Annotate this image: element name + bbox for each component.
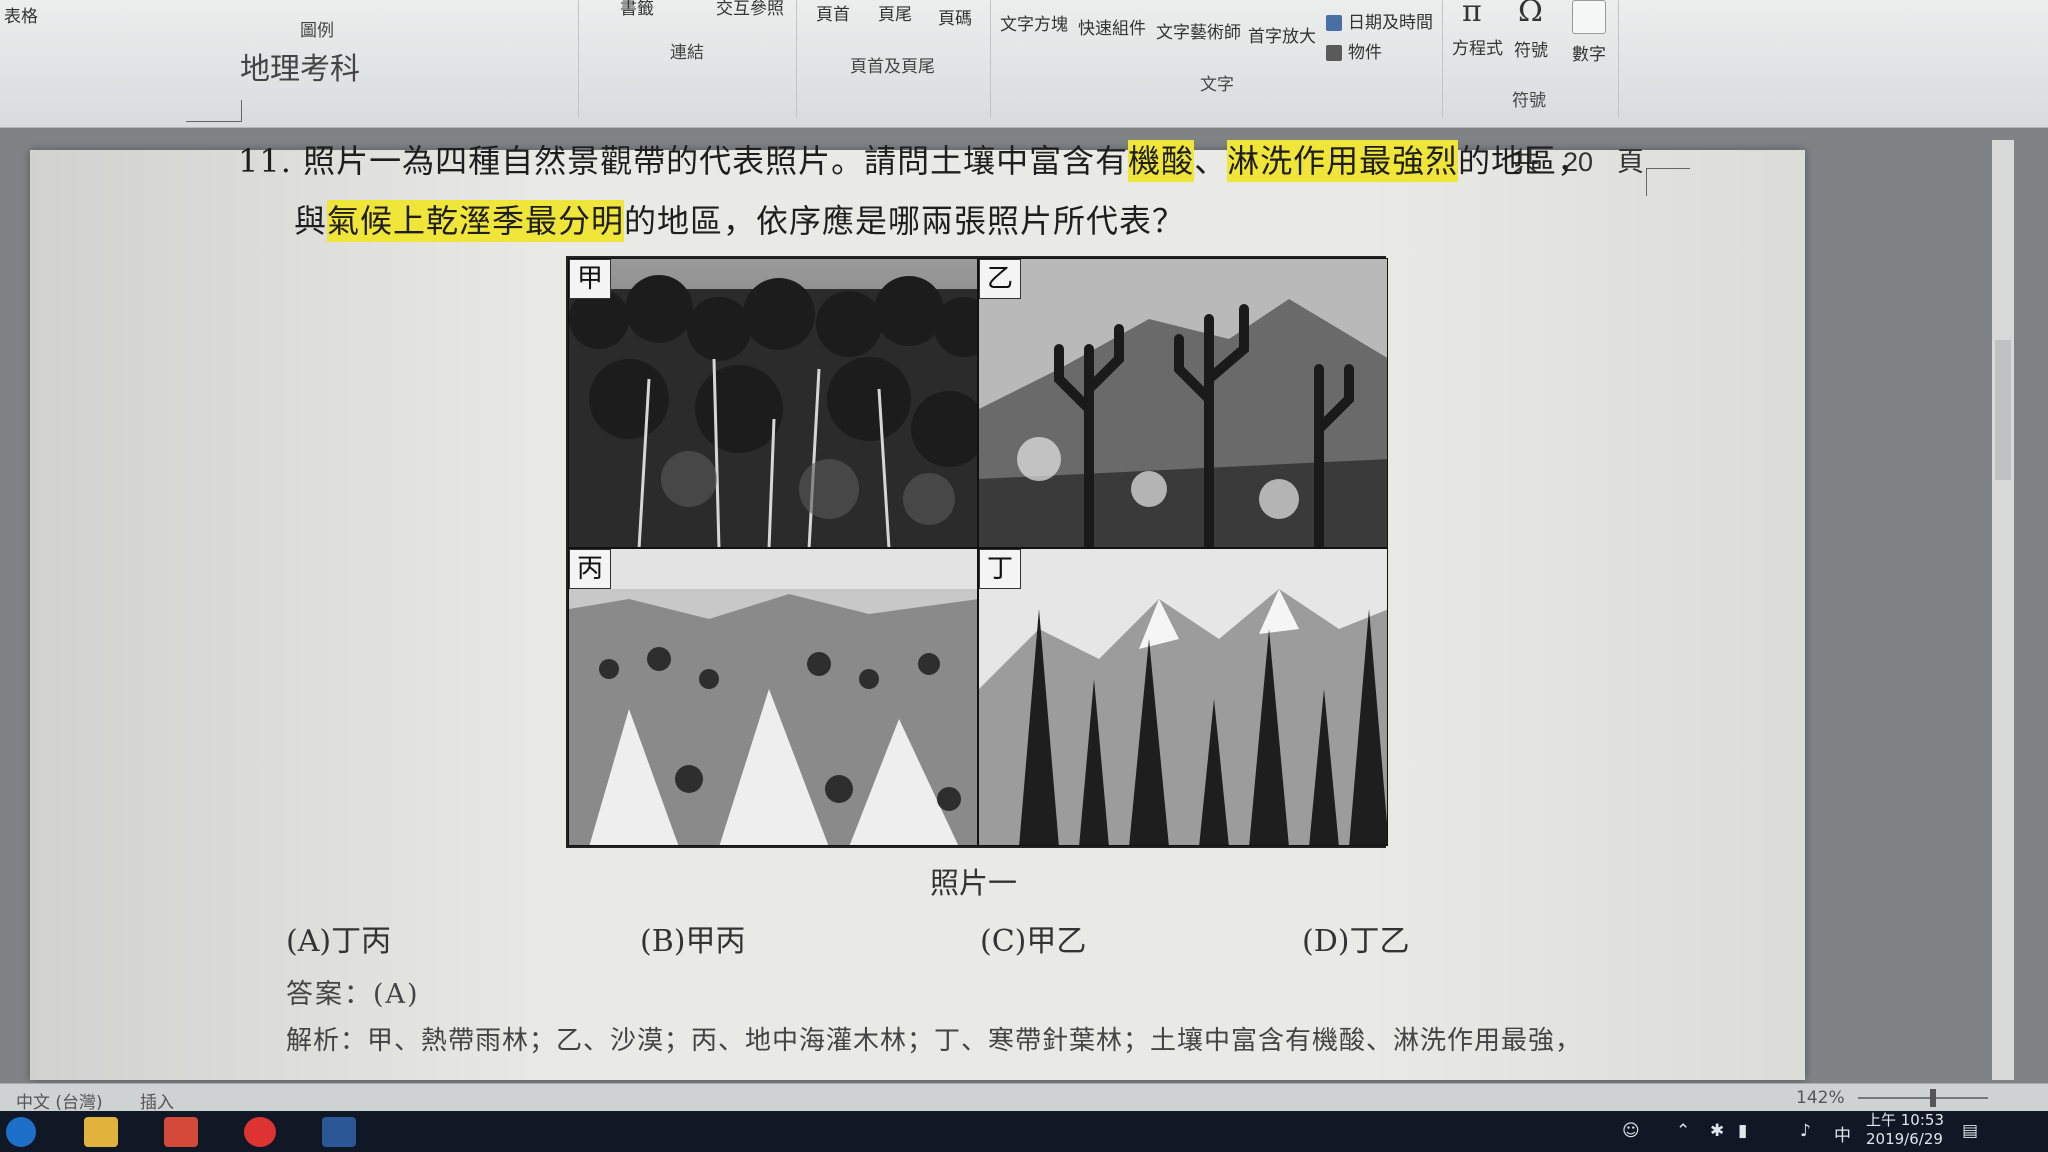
bluetooth-icon[interactable]: ✱ xyxy=(1710,1121,1724,1141)
clock-time: 上午 10:53 xyxy=(1866,1111,1944,1129)
highlight-organic-acid: 機酸 xyxy=(1128,140,1195,182)
number-icon xyxy=(1572,0,1606,34)
highlight-leaching: 淋洗作用最強烈 xyxy=(1227,140,1459,182)
status-insert-mode[interactable]: 插入 xyxy=(140,1088,174,1113)
notification-icon[interactable]: ▤ xyxy=(1962,1121,1978,1141)
cross-reference-button[interactable]: 交互參照 xyxy=(716,0,784,19)
tab-table[interactable]: 表格 xyxy=(4,2,38,27)
object-label: 物件 xyxy=(1348,43,1382,63)
volume-icon[interactable]: ♪ xyxy=(1800,1121,1811,1141)
store-icon[interactable] xyxy=(164,1117,198,1147)
footer-button[interactable]: 頁尾 xyxy=(878,0,912,25)
ribbon-divider xyxy=(578,0,579,118)
photo-boreal: 丁 xyxy=(978,548,1388,846)
photo-grid[interactable]: 甲 乙 丙 丁 xyxy=(566,256,1388,848)
question-number: 11. xyxy=(238,142,292,180)
photo-label-ding: 丁 xyxy=(979,549,1021,589)
object-icon xyxy=(1326,45,1342,61)
quick-parts-button[interactable]: 快速組件 xyxy=(1078,14,1146,39)
ribbon-divider xyxy=(990,0,991,118)
page-number-button[interactable]: 頁碼 xyxy=(938,4,972,29)
wordart-button[interactable]: 文字藝術師 xyxy=(1156,18,1241,43)
photo-caption: 照片一 xyxy=(930,866,1018,900)
question-text: 照片一為四種自然景觀帶的代表照片。請問土壤中富含有 xyxy=(303,142,1129,180)
page-count-suffix: 頁 xyxy=(1617,147,1645,178)
calendar-icon xyxy=(1326,15,1342,31)
question-separator: 、 xyxy=(1194,142,1228,180)
ime-indicator[interactable]: 中 xyxy=(1834,1121,1851,1146)
page-header-subject: 地理考科 xyxy=(240,52,360,87)
equation-icon: π xyxy=(1462,0,1482,29)
margin-crop-mark xyxy=(1646,168,1690,196)
photo-mediterranean: 丙 xyxy=(568,548,978,846)
chrome-icon[interactable] xyxy=(244,1117,276,1147)
photo-label-yi: 乙 xyxy=(979,259,1021,299)
desert-image xyxy=(979,259,1387,547)
status-bar: 中文 (台灣) 插入 142% xyxy=(0,1083,2048,1113)
group-header-footer-label: 頁首及頁尾 xyxy=(850,57,935,77)
text-box-button[interactable]: 文字方塊 xyxy=(1000,10,1068,35)
zoom-slider-knob[interactable] xyxy=(1930,1089,1936,1107)
zoom-level[interactable]: 142% xyxy=(1796,1088,1845,1108)
ribbon-divider xyxy=(1442,0,1443,118)
clock[interactable]: 上午 10:53 2019/6/29 xyxy=(1866,1111,1944,1149)
symbol-button[interactable]: 符號 xyxy=(1514,36,1548,61)
rainforest-image xyxy=(569,259,977,547)
ribbon-divider xyxy=(1618,0,1619,118)
chevron-up-icon[interactable]: ⌃ xyxy=(1676,1121,1690,1141)
question-text: 與 xyxy=(294,202,328,240)
question-text-end: 的地區， xyxy=(1458,142,1591,180)
battery-icon[interactable]: ▮ xyxy=(1738,1121,1747,1141)
bookmark-button[interactable]: 書籤 xyxy=(620,0,654,19)
equation-button[interactable]: 方程式 xyxy=(1452,34,1503,59)
taskbar: ☺ ⌃ ✱ ▮ ♪ 中 上午 10:53 2019/6/29 ▤ xyxy=(0,1111,2048,1152)
clock-date: 2019/6/29 xyxy=(1866,1130,1943,1148)
boreal-image xyxy=(979,549,1387,845)
vertical-scrollbar[interactable] xyxy=(1992,140,2014,1080)
answer-line: 答案：(A) xyxy=(286,979,420,1010)
mediterranean-image xyxy=(569,549,977,845)
explanation-line: 解析：甲、熱帶雨林；乙、沙漠；丙、地中海灌木林；丁、寒帶針葉林；土壤中富含有機酸… xyxy=(286,1026,1583,1056)
group-symbols-label: 符號 xyxy=(1512,91,1546,111)
photo-label-jia: 甲 xyxy=(569,259,611,299)
question-text-end: 的地區，依序應是哪兩張照片所代表？ xyxy=(624,202,1186,240)
header-button[interactable]: 頁首 xyxy=(816,0,850,25)
word-icon[interactable] xyxy=(322,1117,356,1147)
file-explorer-icon[interactable] xyxy=(84,1117,118,1147)
option-a[interactable]: (A)丁丙 xyxy=(286,916,391,960)
edge-icon[interactable] xyxy=(6,1117,36,1147)
scrollbar-thumb[interactable] xyxy=(1995,340,2011,480)
photo-desert: 乙 xyxy=(978,258,1388,548)
option-b[interactable]: (B)甲丙 xyxy=(640,916,745,960)
question-line-2: 與氣候上乾溼季最分明的地區，依序應是哪兩張照片所代表？ xyxy=(294,196,1185,242)
question-line-1: 11. 照片一為四種自然景觀帶的代表照片。請問土壤中富含有機酸、淋洗作用最強烈的… xyxy=(238,136,1590,182)
date-time-label: 日期及時間 xyxy=(1348,13,1433,33)
people-icon[interactable]: ☺ xyxy=(1622,1121,1640,1141)
status-language[interactable]: 中文 (台灣) xyxy=(16,1088,103,1113)
margin-crop-mark xyxy=(186,100,242,122)
group-text-label: 文字 xyxy=(1200,75,1234,95)
group-illustrations-label: 圖例 xyxy=(300,21,334,41)
object-button[interactable]: 物件 xyxy=(1326,38,1382,63)
option-c[interactable]: (C)甲乙 xyxy=(980,916,1086,960)
option-d[interactable]: (D)丁乙 xyxy=(1302,916,1409,960)
number-button[interactable]: 數字 xyxy=(1572,40,1606,65)
photo-label-bing: 丙 xyxy=(569,549,611,589)
drop-cap-button[interactable]: 首字放大 xyxy=(1248,22,1316,47)
symbol-icon: Ω xyxy=(1518,0,1543,29)
ribbon-divider xyxy=(796,0,797,118)
group-links-label: 連結 xyxy=(670,43,704,63)
zoom-slider[interactable] xyxy=(1858,1097,1988,1099)
highlight-dry-wet-season: 氣候上乾溼季最分明 xyxy=(327,200,625,242)
photo-rainforest: 甲 xyxy=(568,258,978,548)
date-time-button[interactable]: 日期及時間 xyxy=(1326,8,1433,33)
